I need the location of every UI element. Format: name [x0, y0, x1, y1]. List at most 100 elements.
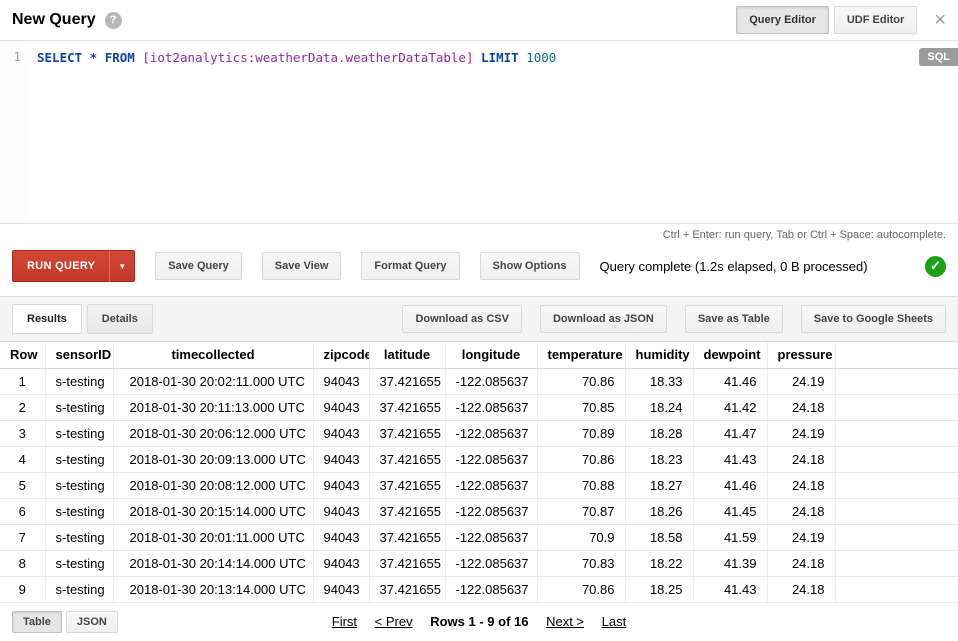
column-header — [835, 342, 958, 368]
table-cell: 94043 — [313, 420, 369, 446]
query-editor[interactable]: 1 SELECT * FROM [iot2analytics:weatherDa… — [0, 40, 958, 224]
table-cell: 41.46 — [693, 368, 767, 394]
table-cell: 18.33 — [625, 368, 693, 394]
results-table-header-row: RowsensorIDtimecollectedzipcodelatitudel… — [0, 342, 958, 368]
pagination: First < Prev Rows 1 - 9 of 16 Next > Las… — [0, 614, 958, 629]
tab-details[interactable]: Details — [87, 304, 153, 334]
table-cell: s-testing — [45, 420, 113, 446]
editor-mode-switch: Query Editor UDF Editor × — [736, 6, 946, 34]
pagination-prev-link[interactable]: < Prev — [375, 614, 413, 629]
table-cell: 24.18 — [767, 550, 835, 576]
table-cell: 8 — [0, 550, 45, 576]
result-view-toggle: Table JSON — [12, 611, 118, 633]
view-json-button[interactable]: JSON — [66, 611, 118, 633]
results-table-body: 1s-testing2018-01-30 20:02:11.000 UTC940… — [0, 368, 958, 602]
table-row: 1s-testing2018-01-30 20:02:11.000 UTC940… — [0, 368, 958, 394]
table-cell: 2018-01-30 20:09:13.000 UTC — [113, 446, 313, 472]
format-query-button[interactable]: Format Query — [361, 252, 459, 280]
query-editor-button[interactable]: Query Editor — [736, 6, 829, 34]
table-cell: 24.18 — [767, 498, 835, 524]
table-cell: 41.39 — [693, 550, 767, 576]
table-cell: 3 — [0, 420, 45, 446]
table-row: 8s-testing2018-01-30 20:14:14.000 UTC940… — [0, 550, 958, 576]
show-options-button[interactable]: Show Options — [480, 252, 580, 280]
table-cell: 41.43 — [693, 576, 767, 602]
table-cell — [835, 368, 958, 394]
sql-code-area[interactable]: SELECT * FROM [iot2analytics:weatherData… — [30, 41, 958, 223]
table-cell: 37.421655 — [369, 550, 445, 576]
query-toolbar: RUN QUERY ▼ Save Query Save View Format … — [0, 244, 958, 296]
table-row: 4s-testing2018-01-30 20:09:13.000 UTC940… — [0, 446, 958, 472]
keyboard-hint: Ctrl + Enter: run query, Tab or Ctrl + S… — [0, 224, 958, 244]
table-cell: 41.45 — [693, 498, 767, 524]
column-header: latitude — [369, 342, 445, 368]
table-cell: 2018-01-30 20:01:11.000 UTC — [113, 524, 313, 550]
save-view-button[interactable]: Save View — [262, 252, 342, 280]
results-toolbar: Results Details Download as CSV Download… — [0, 296, 958, 342]
tab-results[interactable]: Results — [12, 304, 82, 334]
line-number-gutter: 1 — [0, 41, 30, 223]
table-cell: 2018-01-30 20:02:11.000 UTC — [113, 368, 313, 394]
table-cell — [835, 498, 958, 524]
table-cell: 37.421655 — [369, 524, 445, 550]
table-row: 2s-testing2018-01-30 20:11:13.000 UTC940… — [0, 394, 958, 420]
table-cell: 18.26 — [625, 498, 693, 524]
pagination-last-link[interactable]: Last — [602, 614, 627, 629]
pagination-info: Rows 1 - 9 of 16 — [430, 614, 528, 629]
table-cell: 37.421655 — [369, 472, 445, 498]
results-actions: Download as CSV Download as JSON Save as… — [402, 305, 946, 333]
table-cell: 41.42 — [693, 394, 767, 420]
run-query-dropdown-icon[interactable]: ▼ — [109, 250, 135, 282]
success-check-icon: ✓ — [925, 256, 946, 277]
download-as-csv-button[interactable]: Download as CSV — [402, 305, 522, 333]
pagination-next-link[interactable]: Next > — [546, 614, 584, 629]
query-status-text: Query complete (1.2s elapsed, 0 B proces… — [600, 259, 868, 274]
table-cell: 24.19 — [767, 420, 835, 446]
table-cell: 94043 — [313, 524, 369, 550]
help-icon[interactable]: ? — [105, 12, 122, 29]
table-cell: -122.085637 — [445, 550, 537, 576]
sql-keyword: LIMIT — [474, 50, 527, 65]
table-cell: 9 — [0, 576, 45, 602]
table-cell: s-testing — [45, 524, 113, 550]
table-cell: 94043 — [313, 576, 369, 602]
table-cell: 70.83 — [537, 550, 625, 576]
table-cell — [835, 524, 958, 550]
table-cell: 70.85 — [537, 394, 625, 420]
download-as-json-button[interactable]: Download as JSON — [540, 305, 667, 333]
table-cell: 24.18 — [767, 446, 835, 472]
table-cell: 2018-01-30 20:08:12.000 UTC — [113, 472, 313, 498]
table-cell: 24.19 — [767, 368, 835, 394]
save-query-button[interactable]: Save Query — [155, 252, 242, 280]
table-row: 9s-testing2018-01-30 20:13:14.000 UTC940… — [0, 576, 958, 602]
table-cell: 2018-01-30 20:14:14.000 UTC — [113, 550, 313, 576]
table-cell: 24.18 — [767, 394, 835, 420]
table-row: 5s-testing2018-01-30 20:08:12.000 UTC940… — [0, 472, 958, 498]
table-cell: s-testing — [45, 550, 113, 576]
table-cell: 70.88 — [537, 472, 625, 498]
table-cell: 2018-01-30 20:13:14.000 UTC — [113, 576, 313, 602]
table-cell: 70.86 — [537, 576, 625, 602]
table-cell: 37.421655 — [369, 576, 445, 602]
pagination-first-link[interactable]: First — [332, 614, 357, 629]
table-cell — [835, 446, 958, 472]
save-as-table-button[interactable]: Save as Table — [685, 305, 783, 333]
table-cell: -122.085637 — [445, 472, 537, 498]
column-header: pressure — [767, 342, 835, 368]
table-cell — [835, 394, 958, 420]
run-query-group: RUN QUERY ▼ — [12, 250, 135, 282]
run-query-button[interactable]: RUN QUERY — [12, 250, 109, 282]
table-cell: s-testing — [45, 368, 113, 394]
table-cell: 37.421655 — [369, 420, 445, 446]
view-table-button[interactable]: Table — [12, 611, 62, 633]
table-cell: s-testing — [45, 446, 113, 472]
close-icon[interactable]: × — [934, 10, 946, 30]
save-to-google-sheets-button[interactable]: Save to Google Sheets — [801, 305, 946, 333]
table-cell: 94043 — [313, 472, 369, 498]
udf-editor-button[interactable]: UDF Editor — [834, 6, 917, 34]
sql-number-literal: 1000 — [526, 50, 556, 65]
results-table: RowsensorIDtimecollectedzipcodelatitudel… — [0, 342, 958, 603]
table-cell: 41.43 — [693, 446, 767, 472]
table-cell: -122.085637 — [445, 394, 537, 420]
table-cell: 37.421655 — [369, 446, 445, 472]
